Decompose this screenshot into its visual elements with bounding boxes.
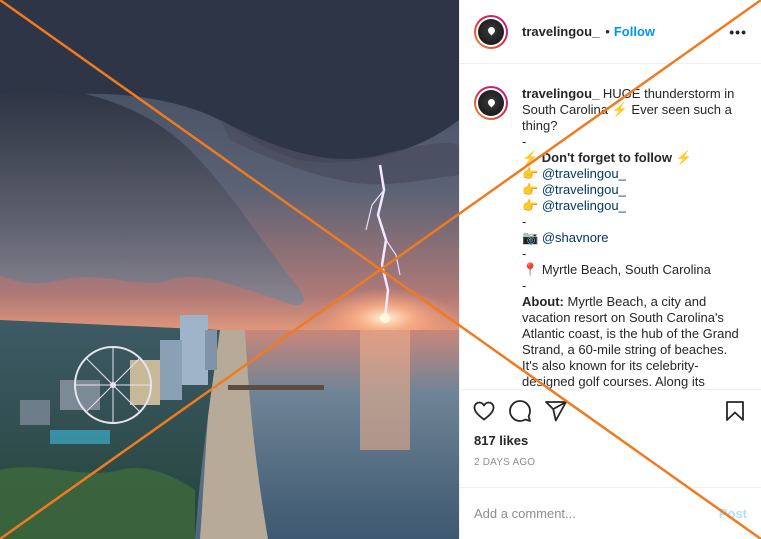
share-icon[interactable]: [544, 399, 568, 423]
camera-icon: 📷: [522, 230, 542, 245]
post-timestamp[interactable]: 2 DAYS AGO: [460, 451, 761, 475]
post-container: travelingou_ • Follow ••• travelingou_ H…: [0, 0, 761, 539]
follow-button[interactable]: Follow: [614, 24, 655, 39]
pointing-hand-icon: 👉: [522, 198, 542, 213]
post-photo[interactable]: [0, 0, 459, 539]
post-comment-button[interactable]: Post: [719, 506, 747, 521]
caption-username[interactable]: travelingou_: [522, 86, 599, 101]
caption-area: travelingou_ HUGE thunderstorm in South …: [460, 64, 761, 389]
photo-credit-link[interactable]: @shavnore: [542, 230, 609, 245]
storm-photo-image: [0, 0, 459, 539]
location-pin-icon: [488, 99, 495, 108]
caption-text: travelingou_ HUGE thunderstorm in South …: [522, 86, 747, 389]
mention-line: 👉 @travelingou_: [522, 198, 747, 214]
mention-line: 👉 @travelingou_: [522, 166, 747, 182]
caption-dash: -: [522, 214, 527, 229]
post-header: travelingou_ • Follow •••: [460, 0, 761, 64]
about-line: About: Myrtle Beach, a city and vacation…: [522, 294, 747, 389]
mention-link[interactable]: @travelingou_: [542, 166, 626, 181]
action-bar: [460, 389, 761, 431]
avatar[interactable]: [474, 14, 508, 49]
header-username[interactable]: travelingou_: [522, 24, 599, 39]
comment-box: Add a comment... Post: [460, 487, 761, 539]
more-options-icon[interactable]: •••: [729, 24, 747, 40]
bookmark-icon[interactable]: [723, 399, 747, 423]
caption-dash: -: [522, 278, 527, 293]
post-sidebar: travelingou_ • Follow ••• travelingou_ H…: [459, 0, 761, 539]
comment-input[interactable]: Add a comment...: [474, 506, 576, 521]
pin-icon: 📍: [522, 262, 542, 277]
photo-credit-line: 📷 @shavnore: [522, 230, 747, 246]
about-label: About:: [522, 294, 564, 309]
follow-note: ⚡ Don't forget to follow ⚡: [522, 150, 692, 165]
likes-count[interactable]: 817 likes: [460, 431, 761, 451]
pointing-hand-icon: 👉: [522, 182, 542, 197]
location-pin-icon: [488, 27, 495, 36]
location-text: Myrtle Beach, South Carolina: [541, 262, 711, 277]
mention-link[interactable]: @travelingou_: [542, 182, 626, 197]
caption-dash: -: [522, 134, 527, 149]
heart-icon[interactable]: [472, 399, 496, 423]
comment-icon[interactable]: [508, 399, 532, 423]
pointing-hand-icon: 👉: [522, 166, 542, 181]
mention-line: 👉 @travelingou_: [522, 182, 747, 198]
mention-link[interactable]: @travelingou_: [542, 198, 626, 213]
location-line: 📍 Myrtle Beach, South Carolina: [522, 262, 747, 278]
caption-avatar[interactable]: [474, 86, 508, 120]
caption-dash: -: [522, 246, 527, 261]
separator-dot: •: [605, 24, 610, 39]
